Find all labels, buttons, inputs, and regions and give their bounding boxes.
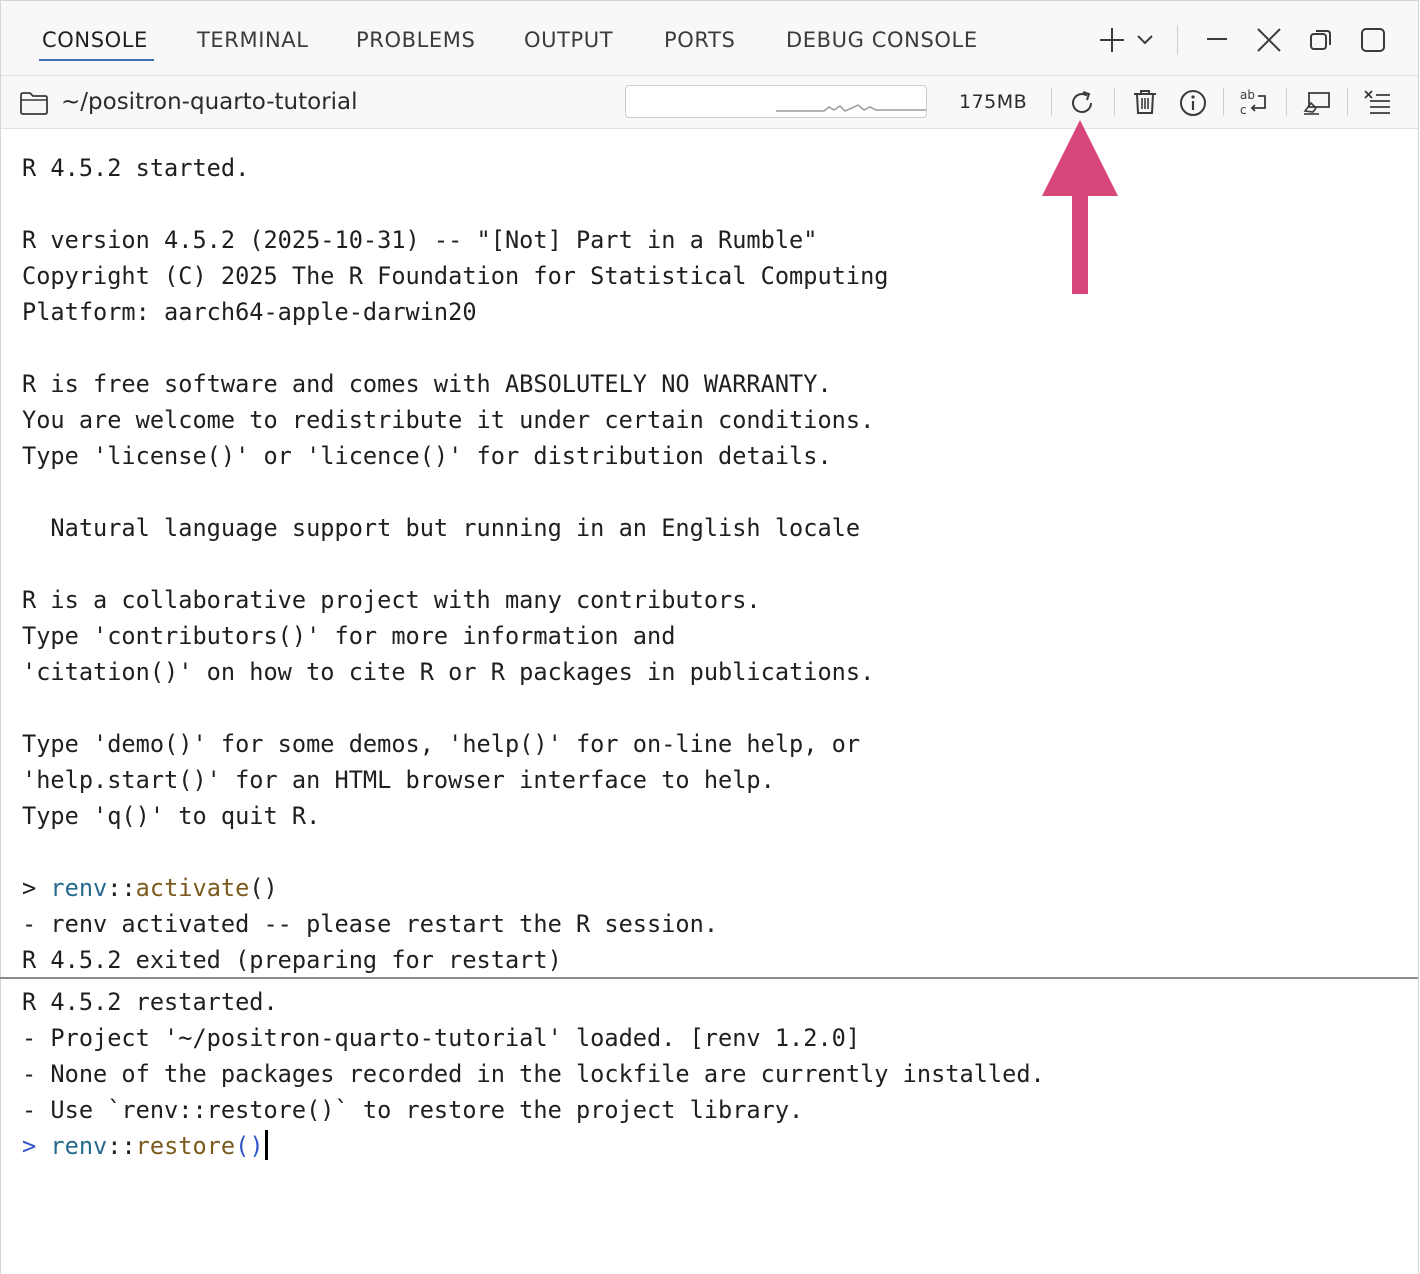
- console-line: Type 'contributors()' for more informati…: [22, 622, 676, 650]
- clear-icon[interactable]: [1301, 87, 1333, 117]
- tab-output[interactable]: OUTPUT: [524, 27, 613, 53]
- toolbar-separator: [1223, 88, 1224, 116]
- working-directory[interactable]: ~/positron-quarto-tutorial: [61, 89, 358, 115]
- console-input-line[interactable]: > renv::restore(): [22, 1128, 1412, 1164]
- word-wrap-icon[interactable]: ab c: [1238, 86, 1270, 118]
- text-cursor: [264, 1130, 268, 1160]
- close-icon[interactable]: [1255, 26, 1283, 54]
- trash-icon[interactable]: [1130, 87, 1160, 117]
- toolbar-separator: [1177, 25, 1178, 55]
- console-line: Type 'q()' to quit R.: [22, 802, 321, 830]
- command-namespace: renv: [50, 874, 108, 902]
- info-icon[interactable]: [1178, 88, 1208, 118]
- console-line: Type 'license()' or 'licence()' for dist…: [22, 442, 832, 470]
- toolbar-separator: [1286, 88, 1287, 116]
- minimize-icon[interactable]: [1204, 26, 1230, 52]
- console-line: R is a collaborative project with many c…: [22, 586, 761, 614]
- tab-problems[interactable]: PROBLEMS: [356, 27, 475, 53]
- memory-usage-graph[interactable]: [625, 85, 927, 118]
- console-line: - None of the packages recorded in the l…: [22, 1060, 1045, 1088]
- annotation-arrow-icon: [1042, 120, 1118, 294]
- restart-icon[interactable]: [1067, 88, 1097, 118]
- panel-tab-bar: CONSOLE TERMINAL PROBLEMS OUTPUT PORTS D…: [1, 1, 1418, 76]
- console-line: R 4.5.2 exited (preparing for restart): [22, 946, 562, 974]
- command-parens: (): [249, 874, 278, 902]
- tab-console[interactable]: CONSOLE: [42, 27, 148, 53]
- plus-icon[interactable]: [1098, 26, 1126, 54]
- restore-icon[interactable]: [1308, 27, 1334, 53]
- console-output[interactable]: R 4.5.2 started. R version 4.5.2 (2025-1…: [22, 150, 1412, 978]
- session-restart-divider: [0, 977, 1418, 979]
- command-function: restore: [135, 1132, 236, 1160]
- console-line: Type 'demo()' for some demos, 'help()' f…: [22, 730, 861, 758]
- toolbar-separator: [1114, 88, 1115, 116]
- console-line: Copyright (C) 2025 The R Foundation for …: [22, 262, 889, 290]
- tab-debug-console[interactable]: DEBUG CONSOLE: [786, 27, 978, 53]
- maximize-icon[interactable]: [1359, 26, 1387, 54]
- folder-icon: [20, 92, 48, 115]
- console-line: R 4.5.2 restarted.: [22, 988, 278, 1016]
- console-line: R is free software and comes with ABSOLU…: [22, 370, 832, 398]
- active-tab-indicator: [39, 59, 154, 61]
- console-line: - Use `renv::restore()` to restore the p…: [22, 1096, 804, 1124]
- console-line: You are welcome to redistribute it under…: [22, 406, 875, 434]
- tab-terminal[interactable]: TERMINAL: [197, 27, 309, 53]
- console-toolbar: ~/positron-quarto-tutorial 175MB ab c: [1, 76, 1418, 129]
- tab-ports[interactable]: PORTS: [664, 27, 735, 53]
- svg-text:c: c: [1240, 103, 1247, 117]
- console-line: 'help.start()' for an HTML browser inter…: [22, 766, 775, 794]
- chevron-down-icon[interactable]: [1135, 31, 1155, 47]
- console-output-restarted[interactable]: R 4.5.2 restarted. - Project '~/positron…: [22, 984, 1412, 1164]
- console-line: - renv activated -- please restart the R…: [22, 910, 719, 938]
- console-line: R 4.5.2 started.: [22, 154, 250, 182]
- list-icon[interactable]: [1362, 87, 1392, 117]
- console-line: Natural language support but running in …: [22, 514, 861, 542]
- svg-text:ab: ab: [1240, 88, 1255, 102]
- command-separator: ::: [107, 874, 136, 902]
- memory-sparkline: [776, 104, 926, 112]
- console-line: - Project '~/positron-quarto-tutorial' l…: [22, 1024, 861, 1052]
- console-prompt: >: [22, 1132, 51, 1160]
- console-line: 'citation()' on how to cite R or R packa…: [22, 658, 875, 686]
- console-line: Platform: aarch64-apple-darwin20: [22, 298, 477, 326]
- toolbar-separator: [1347, 88, 1348, 116]
- toolbar-separator: [1051, 88, 1052, 116]
- console-prompt: >: [22, 874, 51, 902]
- command-separator: ::: [107, 1132, 136, 1160]
- command-parens: (): [235, 1132, 264, 1160]
- memory-usage-label: 175MB: [959, 91, 1028, 113]
- console-line: R version 4.5.2 (2025-10-31) -- "[Not] P…: [22, 226, 818, 254]
- console-command-line: > renv::activate(): [22, 870, 1412, 906]
- command-function: activate: [135, 874, 250, 902]
- command-namespace: renv: [50, 1132, 108, 1160]
